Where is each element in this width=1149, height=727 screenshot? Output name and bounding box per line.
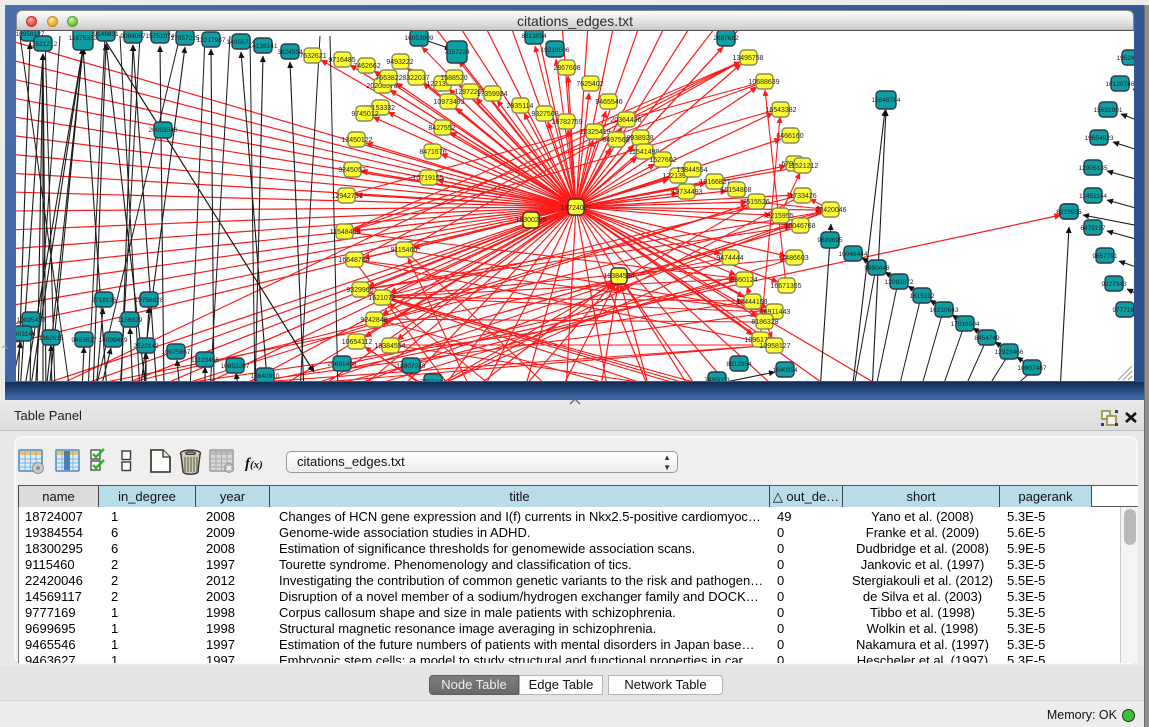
- svg-text:f(x): f(x): [245, 456, 263, 472]
